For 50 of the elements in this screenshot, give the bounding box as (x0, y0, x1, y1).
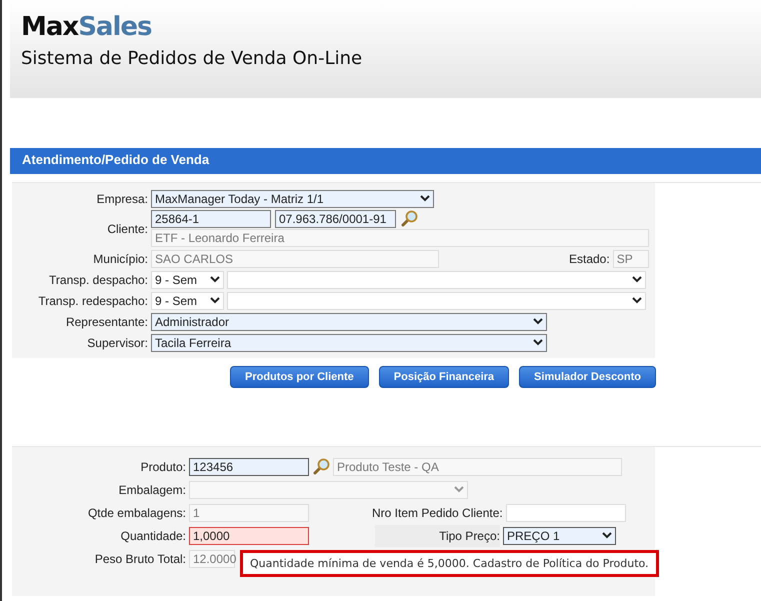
chevron-down-icon (632, 297, 642, 304)
action-button[interactable]: Posição Financeira (378, 366, 510, 388)
search-icon[interactable] (400, 210, 418, 228)
price-type-select[interactable]: PREÇO 1 (503, 526, 616, 544)
field-label: Produto: (140, 460, 186, 474)
product-name-field: Produto Teste - QA (333, 458, 622, 476)
supervisor-select[interactable]: Tacila Ferreira (151, 334, 547, 352)
client-name-field: ETF - Leonardo Ferreira (151, 229, 649, 247)
app-subtitle: Sistema de Pedidos de Venda On-Line (21, 48, 364, 69)
representative-select[interactable]: Administrador (151, 312, 547, 330)
search-icon[interactable] (312, 458, 330, 476)
carrier-code-select[interactable]: 9 - Sem (151, 292, 224, 310)
field-label: Nro Item Pedido Cliente: (372, 506, 503, 520)
chevron-down-icon (632, 276, 642, 283)
field-label: Qtde embalagens: (86, 506, 186, 520)
action-button[interactable]: Simulador Desconto (519, 366, 656, 388)
carrier-code-select[interactable]: 9 - Sem (151, 270, 224, 288)
field-label: Representante: (64, 314, 148, 328)
action-button[interactable]: Produtos por Cliente (230, 366, 369, 388)
field-label: Município: (92, 252, 148, 266)
chevron-down-icon (210, 276, 220, 283)
chevron-down-icon (533, 318, 543, 325)
client-document-field[interactable]: 07.963.786/0001-91 (275, 210, 396, 228)
field-label: Cliente: (106, 222, 148, 236)
carrier-select[interactable] (227, 292, 646, 310)
carrier-select[interactable] (227, 270, 646, 288)
field-label: Embalagem: (118, 482, 186, 496)
chevron-down-icon (210, 297, 220, 304)
quantity-field[interactable]: 1,0000 (189, 526, 309, 544)
chevron-down-icon (602, 532, 612, 539)
section-title: Atendimento/Pedido de Venda (10, 148, 761, 174)
state-field: SP (612, 250, 649, 268)
field-label: Empresa: (96, 192, 148, 206)
field-label: Tipo Preço: (439, 528, 500, 542)
field-label: Quantidade: (120, 528, 186, 542)
product-code-field[interactable]: 123456 (189, 458, 309, 476)
company-select[interactable]: MaxManager Today - Matriz 1/1 (151, 190, 434, 208)
client-code-field[interactable]: 25864-1 (151, 210, 271, 228)
chevron-down-icon (454, 486, 464, 493)
error-tooltip: Quantidade mínima de venda é 5,0000. Cadastro de Política do Produto. (240, 550, 659, 577)
field-label: Estado: (569, 252, 610, 266)
field-label: Supervisor: (86, 336, 148, 350)
field-label: Transp. despacho: (48, 272, 148, 286)
city-field: SAO CARLOS (151, 250, 439, 268)
chevron-down-icon (533, 339, 543, 346)
field-label: Peso Bruto Total: (94, 552, 186, 566)
customer-item-field[interactable] (506, 504, 626, 522)
field-label: Transp. redespacho: (37, 294, 148, 308)
chevron-down-icon (420, 195, 430, 202)
logo: MaxSales (21, 11, 152, 44)
